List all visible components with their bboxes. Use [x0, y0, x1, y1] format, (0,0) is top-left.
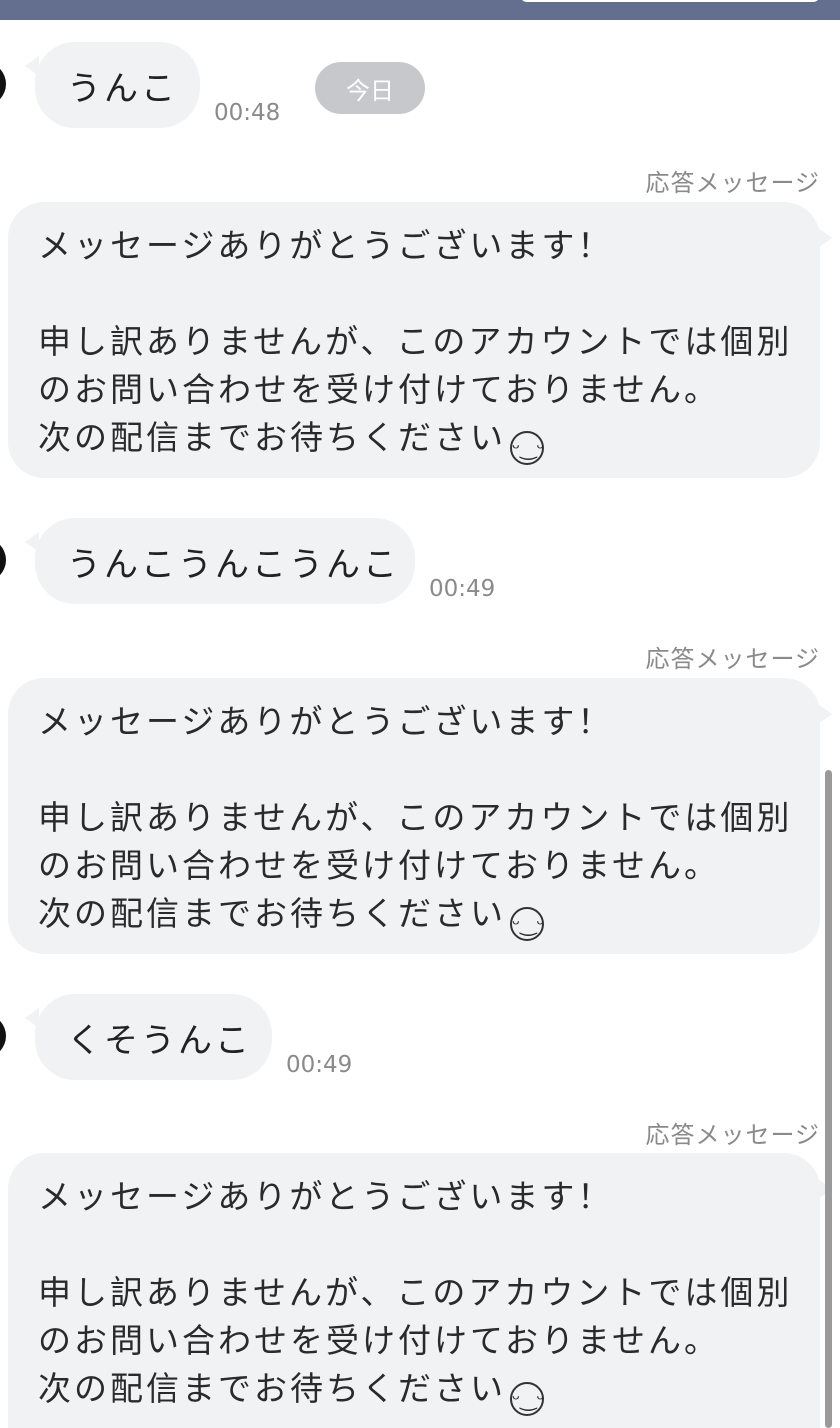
auto-reply-label: 応答メッセージ: [645, 645, 820, 673]
auto-reply-bubble[interactable]: メッセージありがとうございます！ 申し訳ありませんが、このアカウントでは個別 の…: [8, 1153, 832, 1428]
avatar[interactable]: [0, 62, 6, 106]
smiling-face-icon: ᵕ‿ᵕ: [510, 431, 545, 465]
auto-reply-line-last: 次の配信までお待ちください ᵕ‿ᵕ: [38, 890, 792, 941]
auto-reply-line: 申し訳ありませんが、このアカウントでは個別: [38, 798, 793, 837]
auto-reply-line-last: 次の配信までお待ちください ᵕ‿ᵕ: [38, 1365, 792, 1416]
smiling-face-icon: ᵕ‿ᵕ: [510, 1382, 545, 1416]
auto-reply-line: メッセージありがとうございます！: [38, 702, 614, 741]
date-separator: 今日: [315, 62, 425, 114]
auto-reply-bubble[interactable]: メッセージありがとうございます！ 申し訳ありませんが、このアカウントでは個別 の…: [8, 678, 832, 954]
message-time: 00:49: [429, 576, 496, 602]
message-text: くそうんこ: [67, 1020, 252, 1061]
user-message-bubble[interactable]: うんこうんこうんこ: [25, 518, 415, 604]
search-box[interactable]: [520, 0, 820, 2]
user-message-bubble[interactable]: うんこ: [25, 42, 200, 128]
avatar[interactable]: [0, 1014, 6, 1058]
auto-reply-line-text: 次の配信までお待ちください: [38, 894, 506, 933]
auto-reply-line-text: 次の配信までお待ちください: [38, 418, 506, 457]
auto-reply-line: のお問い合わせを受け付けておりません。: [38, 370, 721, 409]
scrollbar[interactable]: [825, 770, 832, 1428]
auto-reply-line: のお問い合わせを受け付けておりません。: [38, 1321, 721, 1360]
auto-reply-line-last: 次の配信までお待ちください ᵕ‿ᵕ: [38, 414, 792, 465]
auto-reply-label: 応答メッセージ: [645, 1121, 820, 1149]
message-text: うんこ: [67, 68, 178, 109]
auto-reply-line: 申し訳ありませんが、このアカウントでは個別: [38, 322, 793, 361]
header-bar: [0, 0, 840, 20]
message-time: 00:48: [214, 100, 281, 126]
avatar[interactable]: [0, 538, 6, 582]
message-text: うんこうんこうんこ: [67, 544, 400, 585]
auto-reply-line: 申し訳ありませんが、このアカウントでは個別: [38, 1273, 793, 1312]
auto-reply-bubble[interactable]: メッセージありがとうございます！ 申し訳ありませんが、このアカウントでは個別 の…: [8, 202, 832, 478]
auto-reply-line: のお問い合わせを受け付けておりません。: [38, 846, 721, 885]
auto-reply-line: メッセージありがとうございます！: [38, 226, 614, 265]
auto-reply-line-text: 次の配信までお待ちください: [38, 1369, 506, 1408]
auto-reply-label: 応答メッセージ: [645, 169, 820, 197]
user-message-bubble[interactable]: くそうんこ: [25, 994, 272, 1080]
message-time: 00:49: [286, 1052, 353, 1078]
smiling-face-icon: ᵕ‿ᵕ: [510, 907, 545, 941]
auto-reply-line: メッセージありがとうございます！: [38, 1177, 614, 1216]
